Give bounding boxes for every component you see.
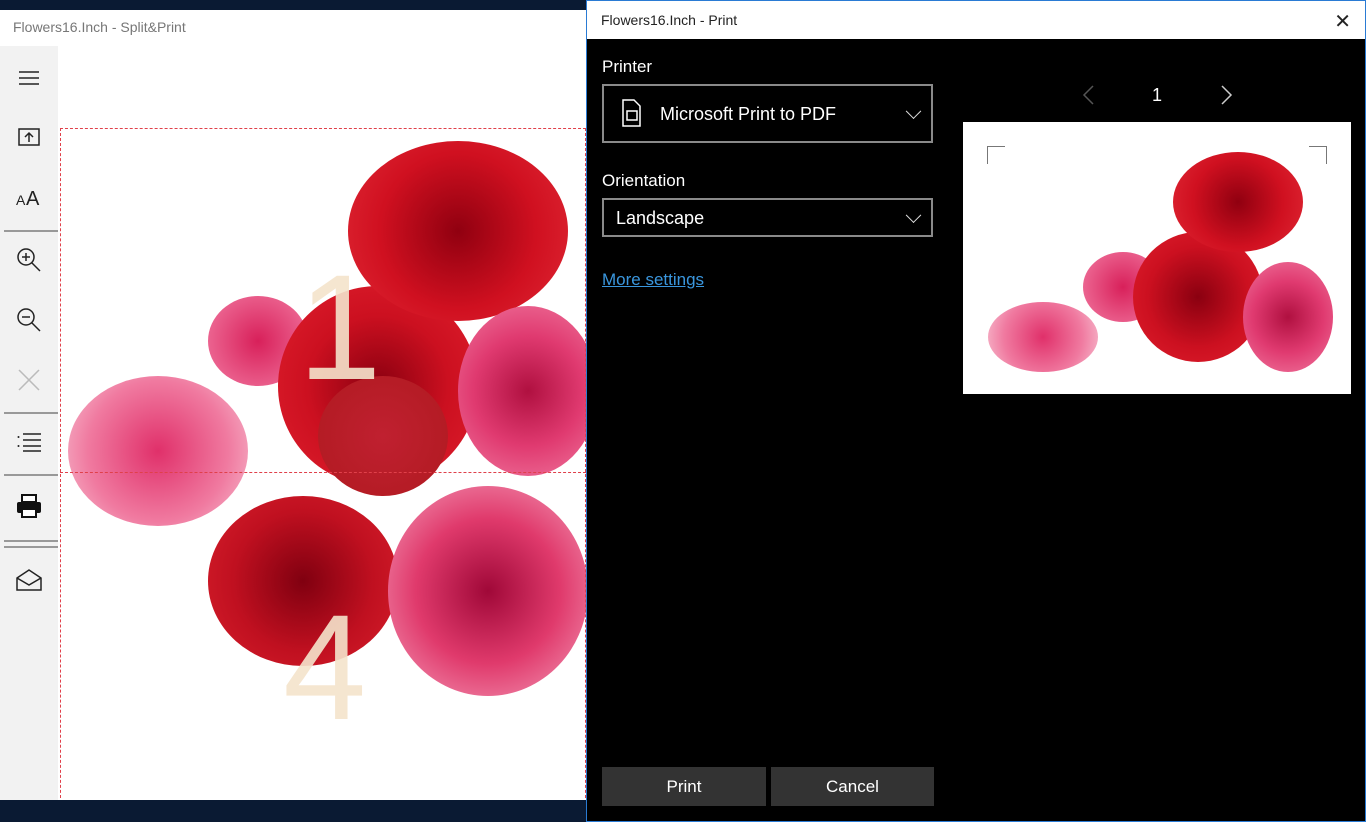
zoom-out-icon[interactable] [0, 298, 58, 342]
print-icon[interactable] [0, 484, 58, 528]
printer-value: Microsoft Print to PDF [660, 104, 836, 125]
import-icon[interactable] [0, 114, 58, 158]
tile-number-1: 1 [298, 241, 381, 414]
more-settings-link[interactable]: More settings [602, 270, 704, 290]
print-button[interactable]: Print [602, 767, 766, 806]
previous-page-icon[interactable] [1082, 85, 1096, 105]
divider [4, 546, 58, 548]
menu-icon[interactable] [0, 56, 58, 100]
printer-document-icon [620, 99, 642, 127]
divider [4, 412, 58, 414]
mail-icon[interactable] [0, 558, 58, 602]
tile-split-line [60, 472, 586, 473]
tile-number-4: 4 [283, 581, 366, 754]
text-size-icon[interactable]: AA [0, 174, 58, 218]
print-dialog: Flowers16.Inch - Print ✕ Printer Microso… [586, 0, 1366, 822]
print-preview [963, 122, 1351, 394]
orientation-select[interactable]: Landscape [602, 198, 933, 237]
chevron-down-icon [906, 103, 922, 119]
chevron-down-icon [906, 207, 922, 223]
divider [4, 230, 58, 232]
printer-select[interactable]: Microsoft Print to PDF [602, 84, 933, 143]
image-canvas[interactable]: 1 4 [58, 46, 588, 800]
printer-label: Printer [602, 57, 652, 77]
next-page-icon[interactable] [1219, 85, 1233, 105]
svg-text:A: A [26, 188, 40, 206]
divider [4, 474, 58, 476]
orientation-value: Landscape [616, 208, 704, 229]
page-number: 1 [1152, 85, 1162, 106]
orientation-label: Orientation [602, 171, 685, 191]
close-icon[interactable]: ✕ [1334, 9, 1351, 34]
svg-text:A: A [16, 192, 26, 206]
list-icon[interactable] [0, 420, 58, 464]
dialog-title: Flowers16.Inch - Print [601, 12, 737, 28]
app-title: Flowers16.Inch - Split&Print [13, 19, 186, 35]
cancel-button[interactable]: Cancel [771, 767, 934, 806]
zoom-in-icon[interactable] [0, 238, 58, 282]
divider [4, 540, 58, 542]
dialog-titlebar: Flowers16.Inch - Print ✕ [587, 1, 1365, 39]
split-print-window: Flowers16.Inch - Split&Print AA 1 4 [0, 10, 588, 800]
clear-icon[interactable] [0, 358, 58, 402]
sidebar: AA [0, 46, 58, 800]
